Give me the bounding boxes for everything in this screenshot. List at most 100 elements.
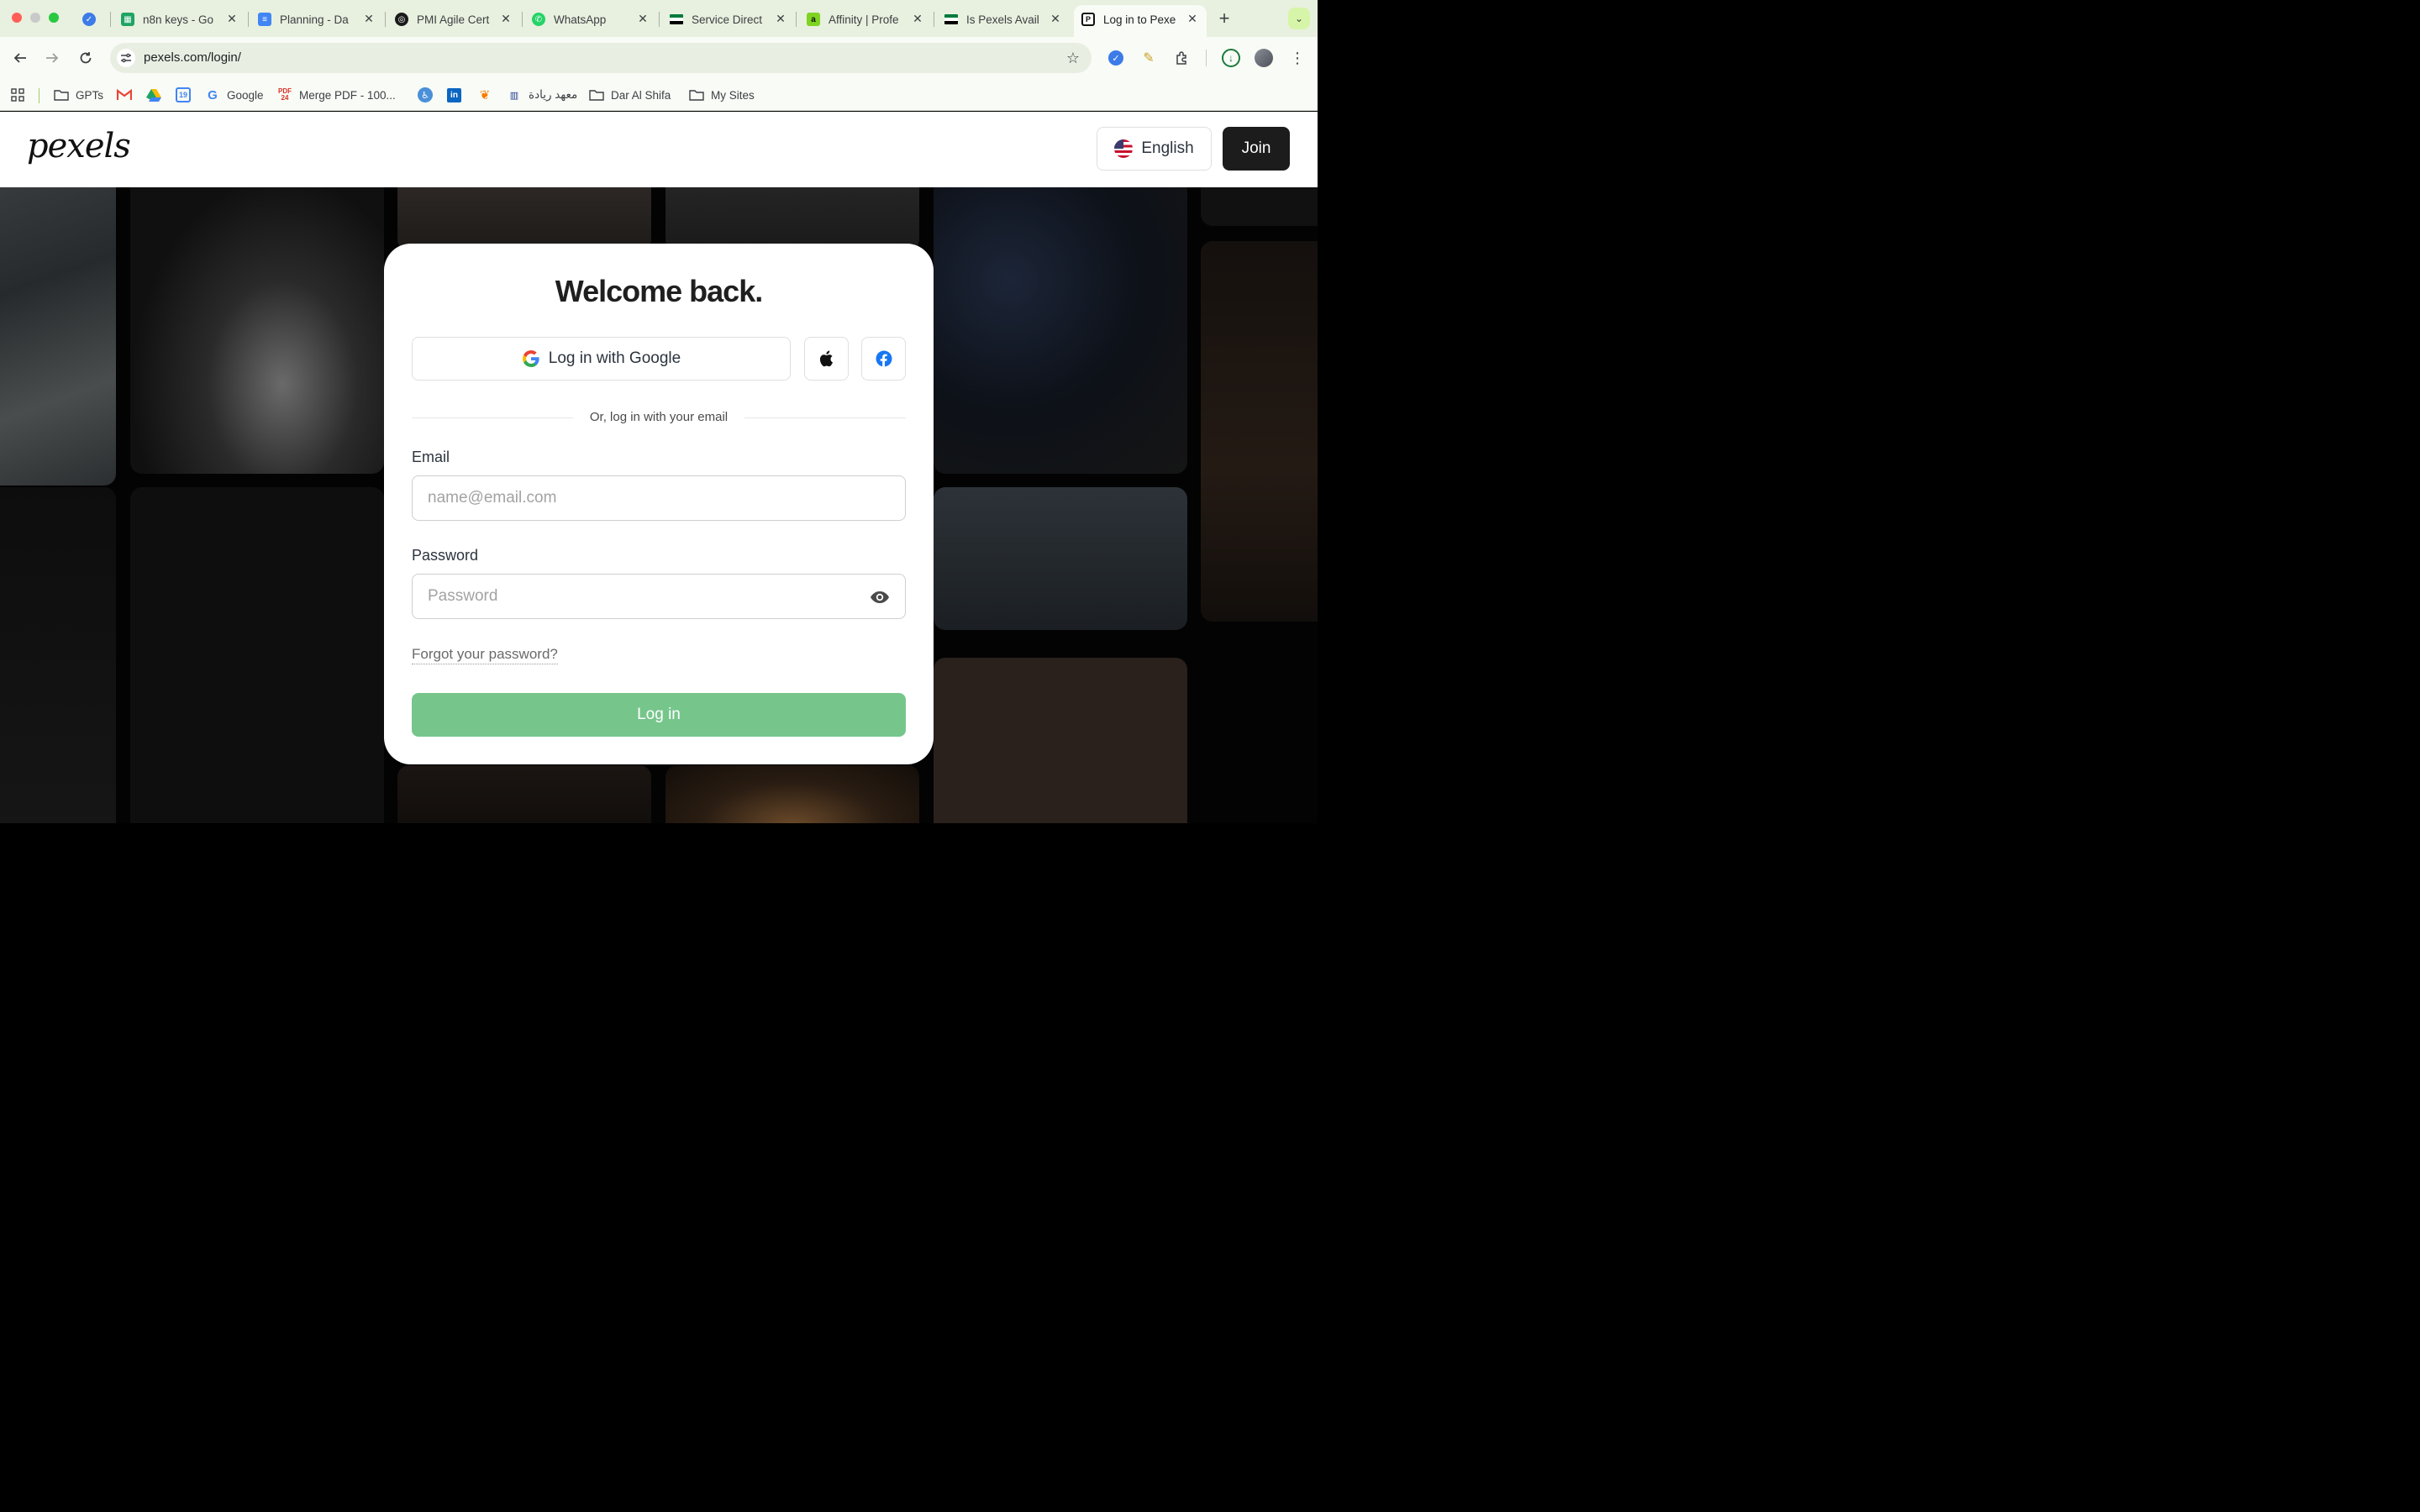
login-button[interactable]: Log in [412,693,906,737]
extension-broom-button[interactable]: ✎ [1139,48,1159,68]
bookmark-merge-pdf[interactable]: PDF 24 Merge PDF - 100... [277,87,396,103]
tab-search-button[interactable]: ⌄ [1288,8,1310,29]
folder-icon [54,87,69,102]
google-icon: G [208,87,218,102]
close-icon[interactable]: ✕ [362,12,376,25]
window-minimize-button[interactable] [30,13,40,23]
downloads-button[interactable]: ↓ [1221,48,1241,68]
bookmark-label: Dar Al Shifa [611,88,671,102]
window-close-button[interactable] [12,13,22,23]
bookmark-google-calendar[interactable]: 19 [176,87,191,103]
bookmark-gmail[interactable] [117,87,132,103]
language-button[interactable]: English [1097,127,1212,171]
apple-icon [819,350,833,367]
more-vertical-icon: ⋮ [1290,49,1305,66]
tab-service-direct[interactable]: Service Direct ✕ [670,7,787,32]
forgot-password-link[interactable]: Forgot your password? [412,646,558,664]
google-login-button[interactable]: Log in with Google [412,337,791,381]
close-icon[interactable]: ✕ [911,12,924,25]
address-bar[interactable]: pexels.com/login/ ☆ [110,43,1092,73]
flag-icon [670,14,683,24]
reload-button[interactable] [76,48,96,68]
tab-affinity[interactable]: a Affinity | Profe ✕ [807,7,924,32]
bookmark-star-icon[interactable]: ☆ [1066,50,1080,67]
window-maximize-button[interactable] [49,13,59,23]
tune-icon [121,53,131,63]
profile-button[interactable] [1254,48,1274,68]
background-photo [934,187,1187,474]
bookmark-dar-al-shifa[interactable]: Dar Al Shifa [589,87,671,103]
bookmark-gpts[interactable]: GPTs [54,87,103,103]
flame-icon: ❦ [479,88,491,102]
tab-pmi[interactable]: ◎ PMI Agile Cert ✕ [395,7,513,32]
divider-text: Or, log in with your email [589,410,729,424]
gmail-icon [117,87,132,102]
pexels-logo[interactable]: pexels [27,127,131,165]
pexels-icon: P [1081,13,1095,26]
tab-planning[interactable]: ≡ Planning - Da ✕ [258,7,376,32]
bookmark-linkedin[interactable]: in [447,87,461,103]
close-icon[interactable]: ✕ [1049,12,1062,25]
close-icon[interactable]: ✕ [636,12,650,25]
bookmark-label: معهد ريادة [529,88,578,101]
extension-check-button[interactable]: ✓ [1106,48,1126,68]
bookmarks-bar: GPTs 19 G Google PDF 24 Merge PDF - 100..… [0,79,1318,111]
checkmark-circle-icon: ✓ [1108,50,1123,66]
riyada-icon: ▥ [509,90,519,101]
download-icon: ↓ [1222,49,1240,67]
login-modal: Welcome back. Log in with Google Or, log… [384,244,934,764]
site-info-button[interactable] [117,49,135,67]
bookmark-riyada[interactable]: ▥ معهد ريادة [507,87,577,103]
password-field[interactable] [428,587,865,606]
email-field[interactable] [428,489,865,507]
google-sheets-icon: ▦ [121,13,134,26]
bookmark-accessibility[interactable]: ♿ [418,87,433,103]
tab-whatsapp[interactable]: ✆ WhatsApp ✕ [532,7,650,32]
tab-title: Service Direct [692,13,763,26]
affinity-icon: a [807,13,820,26]
bookmark-google[interactable]: G Google [205,87,263,103]
tab-separator [385,12,386,27]
show-password-button[interactable] [870,589,890,606]
bookmark-label: GPTs [76,88,104,102]
tab-pinned[interactable]: ✓ [82,7,99,32]
join-button[interactable]: Join [1223,127,1290,171]
bookmark-label: My Sites [711,88,755,102]
tab-separator [522,12,523,27]
google-drive-icon [146,87,161,102]
new-tab-button[interactable]: + [1214,8,1234,29]
background-photo [934,658,1187,823]
bookmark-label: Merge PDF - 100... [299,88,396,102]
tab-title: Affinity | Profe [829,13,899,26]
folder-icon [589,87,604,102]
linkedin-icon: in [447,87,461,102]
folder-icon [689,87,704,102]
email-divider: Or, log in with your email [412,410,906,427]
background-photo [397,187,651,251]
reload-icon [80,52,92,64]
close-icon[interactable]: ✕ [499,12,513,25]
bookmark-google-drive[interactable] [146,87,161,103]
forward-button[interactable] [42,48,62,68]
tab-log-in-to-pexels[interactable]: P Log in to Pexe ✕ [1081,7,1199,32]
url-text: pexels.com/login/ [144,50,241,65]
tab-is-pexels-available[interactable]: Is Pexels Avail ✕ [944,7,1062,32]
tab-title: n8n keys - Go [143,13,214,26]
browser-menu-button[interactable]: ⋮ [1287,48,1307,68]
browser-tab-strip: ✓ ▦ n8n keys - Go ✕ ≡ Planning - Da ✕ ◎ … [0,0,1318,37]
tab-title: Log in to Pexe [1103,13,1176,26]
arrow-right-icon [46,53,59,63]
close-icon[interactable]: ✕ [1186,12,1199,25]
bookmark-my-sites[interactable]: My Sites [689,87,755,103]
close-icon[interactable]: ✕ [225,12,239,25]
bookmark-flame[interactable]: ❦ [477,87,492,103]
avatar [1255,49,1273,67]
tab-n8n-keys[interactable]: ▦ n8n keys - Go ✕ [121,7,239,32]
apple-login-button[interactable] [804,337,849,381]
close-icon[interactable]: ✕ [774,12,787,25]
extensions-button[interactable] [1172,48,1192,68]
facebook-login-button[interactable] [861,337,906,381]
back-button[interactable] [10,48,30,68]
google-login-label: Log in with Google [548,349,681,367]
apps-button[interactable] [10,87,32,103]
